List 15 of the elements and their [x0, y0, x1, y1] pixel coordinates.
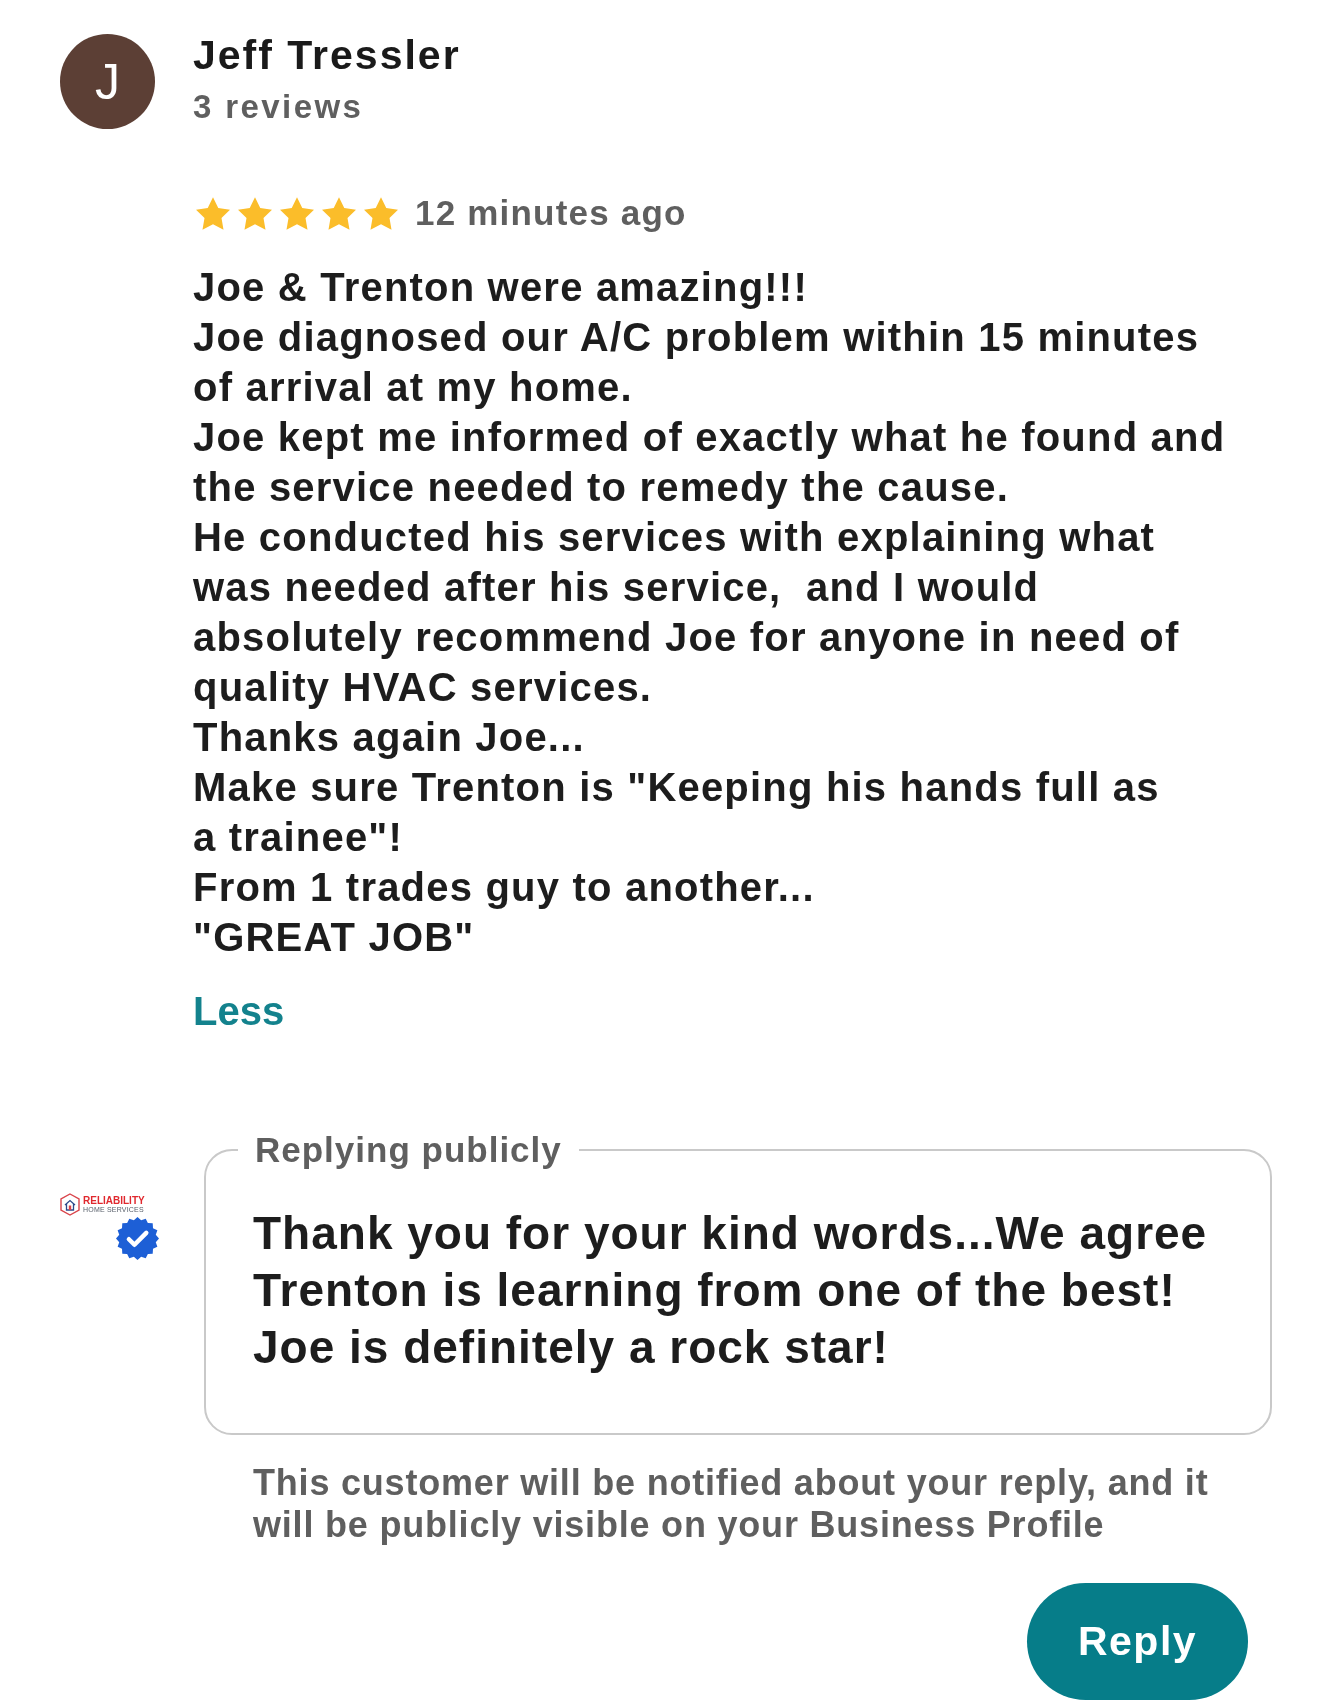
logo-emblem-icon: [60, 1193, 80, 1216]
reply-notice-text: This customer will be notified about your reply, and it will be publicly visible on your Business Profile: [253, 1462, 1209, 1546]
star-icon: [238, 196, 272, 230]
show-less-link[interactable]: Less: [193, 986, 285, 1036]
star-icon: [322, 196, 356, 230]
reply-button[interactable]: Reply: [1027, 1583, 1248, 1700]
star-icon: [364, 196, 398, 230]
star-icon: [196, 196, 230, 230]
logo-wordmark: RELIABILITY: [83, 1195, 145, 1206]
reviewer-name: Jeff Tressler: [193, 31, 461, 79]
review-time: 12 minutes ago: [415, 193, 687, 233]
review-count: 3 reviews: [193, 87, 364, 127]
letter-avatar: J: [60, 34, 155, 129]
review-text: Joe & Trenton were amazing!!! Joe diagnosed our A/C problem within 15 minutes of arrival at my home. Joe kept me informed of exactly what he found and the service needed to remedy the cause. He conducted his services with explaining what was needed after his service, and I would absolutely recommend Joe for anyone in need of quality HVAC services. Thanks again Joe... Make sure Trenton is "Keeping his hands full as a trainee"! From 1 trades guy to another... "GREAT JOB": [193, 264, 1226, 961]
star-icon: [280, 196, 314, 230]
